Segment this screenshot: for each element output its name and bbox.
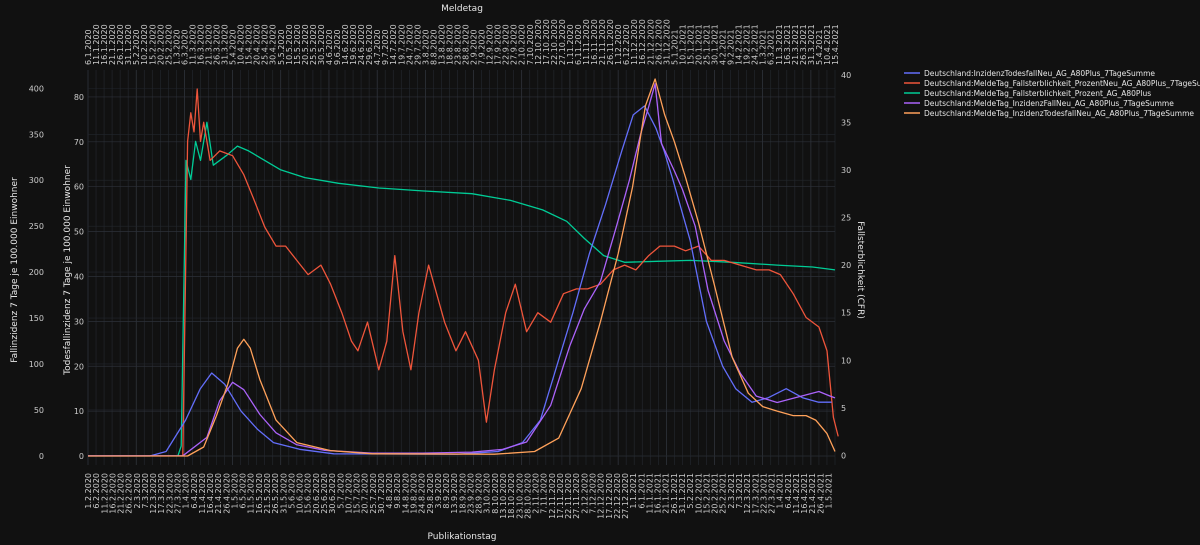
y-left-inner-title: Todesfallinzidenz 7 Tage je 100.000 Einw…	[63, 165, 73, 376]
y-right-tick-label: 5	[841, 404, 846, 413]
legend-item[interactable]: Deutschland:MeldeTag_Fallsterblichkeit_P…	[924, 89, 1151, 98]
y-left-inner-tick-label: 0	[79, 452, 84, 461]
y-right-tick-label: 30	[841, 166, 851, 175]
y-right-title: Fallsterblichkeit (CFR)	[855, 221, 865, 319]
y-left-outer-tick-label: 300	[29, 176, 44, 185]
y-left-inner-tick-label: 20	[74, 362, 84, 371]
x-bottom-title: Publikationstag	[428, 532, 497, 542]
legend-item[interactable]: Deutschland:MeldeTag_InzidenzTodesfallNe…	[924, 109, 1194, 118]
y-right-tick-label: 40	[841, 71, 851, 80]
y-left-inner-tick-label: 40	[74, 272, 84, 281]
y-right-tick-label: 0	[841, 451, 846, 460]
y-left-outer-tick-label: 350	[29, 130, 44, 139]
y-right-tick-label: 25	[841, 214, 851, 223]
y-left-inner-tick-label: 10	[74, 407, 84, 416]
y-right-tick-label: 20	[841, 261, 851, 270]
y-left-outer-tick-label: 0	[39, 452, 44, 461]
y-left-inner-tick-label: 80	[74, 93, 84, 102]
x-top-tick-labels: 6.1.2020 11.1.2020 16.1.2020 21.1.2020 26.1.…	[84, 19, 840, 65]
x-top-tick-label: 15.4.2021	[831, 24, 840, 65]
y-right-tick-label: 15	[841, 309, 851, 318]
y-left-outer-tick-label: 250	[29, 222, 44, 231]
x-top-title: Meldetag	[441, 4, 483, 14]
chart-svg: 6.1.2020 11.1.2020 16.1.2020 21.1.2020 26.1.…	[10, 4, 1200, 542]
x-bottom-tick-labels: 1.2.2020 6.2.2020 11.2.2020 16.2.2020 21.2.2…	[84, 473, 833, 519]
x-bottom-tick-label: 1.5.2021	[824, 473, 833, 509]
y-right-tick-label: 35	[841, 118, 851, 127]
y-left-inner-tick-label: 70	[74, 138, 84, 147]
y-left-outer-tick-label: 200	[29, 268, 44, 277]
y-left-outer-tick-label: 400	[29, 84, 44, 93]
legend-item[interactable]: Deutschland:InzidenzTodesfallNeu_AG_A80P…	[924, 69, 1155, 78]
legend-item[interactable]: Deutschland:MeldeTag_InzidenzFallNeu_AG_…	[924, 99, 1174, 108]
y-left-outer-tick-label: 100	[29, 360, 44, 369]
y-left-outer-tick-label: 50	[34, 406, 44, 415]
y-left-outer-title: Fallinzidenz 7 Tage je 100.000 Einwohner	[10, 177, 20, 363]
y-right-tick-label: 10	[841, 356, 851, 365]
y-left-outer-tick-label: 150	[29, 314, 44, 323]
y-left-inner-tick-label: 50	[74, 228, 84, 237]
y-left-inner-tick-label: 30	[74, 317, 84, 326]
legend-item[interactable]: Deutschland:MeldeTag_Fallsterblichkeit_P…	[924, 79, 1200, 88]
legend[interactable]: Deutschland:InzidenzTodesfallNeu_AG_A80P…	[904, 69, 1200, 118]
y-left-inner-tick-label: 60	[74, 183, 84, 192]
